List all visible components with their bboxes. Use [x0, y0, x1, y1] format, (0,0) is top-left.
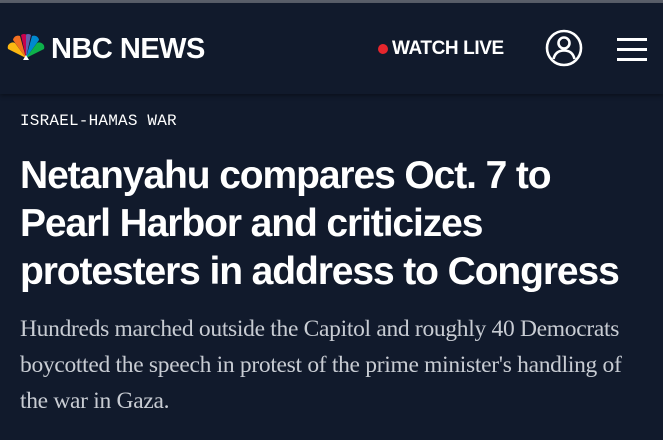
- live-dot-icon: [378, 44, 388, 54]
- account-button[interactable]: [545, 29, 583, 67]
- article-headline: Netanyahu compares Oct. 7 to Pearl Harbo…: [20, 154, 620, 293]
- watch-live-label: WATCH LIVE: [392, 38, 504, 59]
- menu-bar: [617, 48, 647, 51]
- menu-bar: [617, 38, 647, 41]
- watch-live-link[interactable]: WATCH LIVE: [378, 36, 504, 62]
- nbc-news-logo[interactable]: NBC NEWS: [6, 31, 205, 67]
- brand-wordmark: NBC NEWS: [51, 33, 205, 65]
- article-dek: Hundreds marched outside the Capitol and…: [20, 316, 622, 414]
- menu-bar: [617, 58, 647, 61]
- section-eyebrow-link[interactable]: ISRAEL-HAMAS WAR: [20, 112, 177, 130]
- user-account-icon: [545, 29, 583, 67]
- nbc-peacock-icon: [7, 34, 45, 60]
- site-header: NBC NEWS WATCH LIVE: [0, 3, 663, 94]
- hamburger-menu-icon[interactable]: [617, 38, 647, 62]
